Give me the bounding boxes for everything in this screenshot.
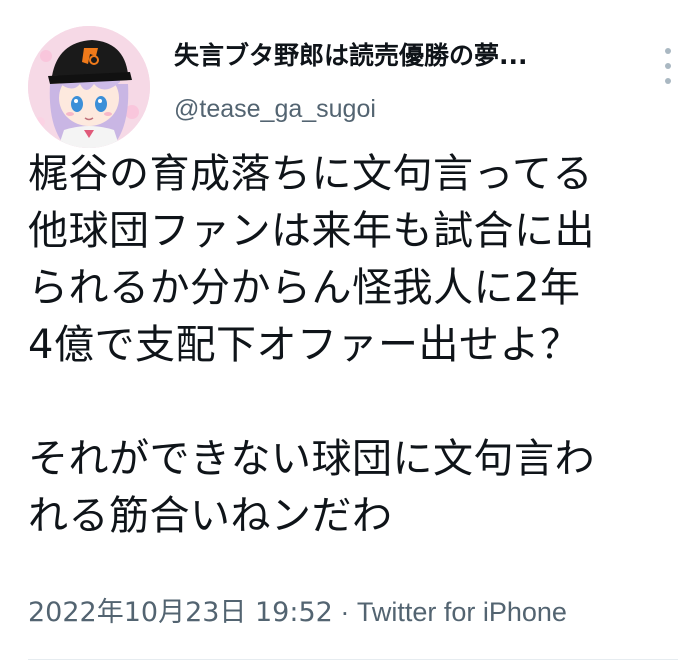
tweet-timestamp[interactable]: 2022年10月23日 19:52	[28, 597, 333, 628]
tweet-card: 失言ブタ野郎は読売優勝の夢... @tease_ga_sugoi 梶谷の育成落ち…	[0, 0, 700, 665]
divider	[28, 659, 678, 660]
user-handle[interactable]: @tease_ga_sugoi	[174, 92, 634, 126]
more-dot	[665, 48, 671, 54]
display-name[interactable]: 失言ブタ野郎は読売優勝の夢...	[174, 38, 634, 74]
tweet-text: 梶谷の育成落ちに文句言ってる 他球団ファンは来年も試合に出 られるか分からん怪我…	[28, 151, 595, 539]
meta-separator: ·	[332, 597, 357, 627]
anime-avatar-image	[28, 26, 150, 148]
more-dot	[665, 78, 671, 84]
tweet-source[interactable]: Twitter for iPhone	[357, 597, 567, 627]
more-vertical-icon[interactable]	[658, 44, 678, 90]
tweet-meta: 2022年10月23日 19:52 · Twitter for iPhone	[28, 595, 567, 630]
more-dot	[665, 63, 671, 69]
user-names: 失言ブタ野郎は読売優勝の夢... @tease_ga_sugoi	[174, 38, 634, 126]
tweet-header: 失言ブタ野郎は読売優勝の夢... @tease_ga_sugoi	[28, 26, 678, 148]
user-avatar[interactable]	[28, 26, 150, 148]
